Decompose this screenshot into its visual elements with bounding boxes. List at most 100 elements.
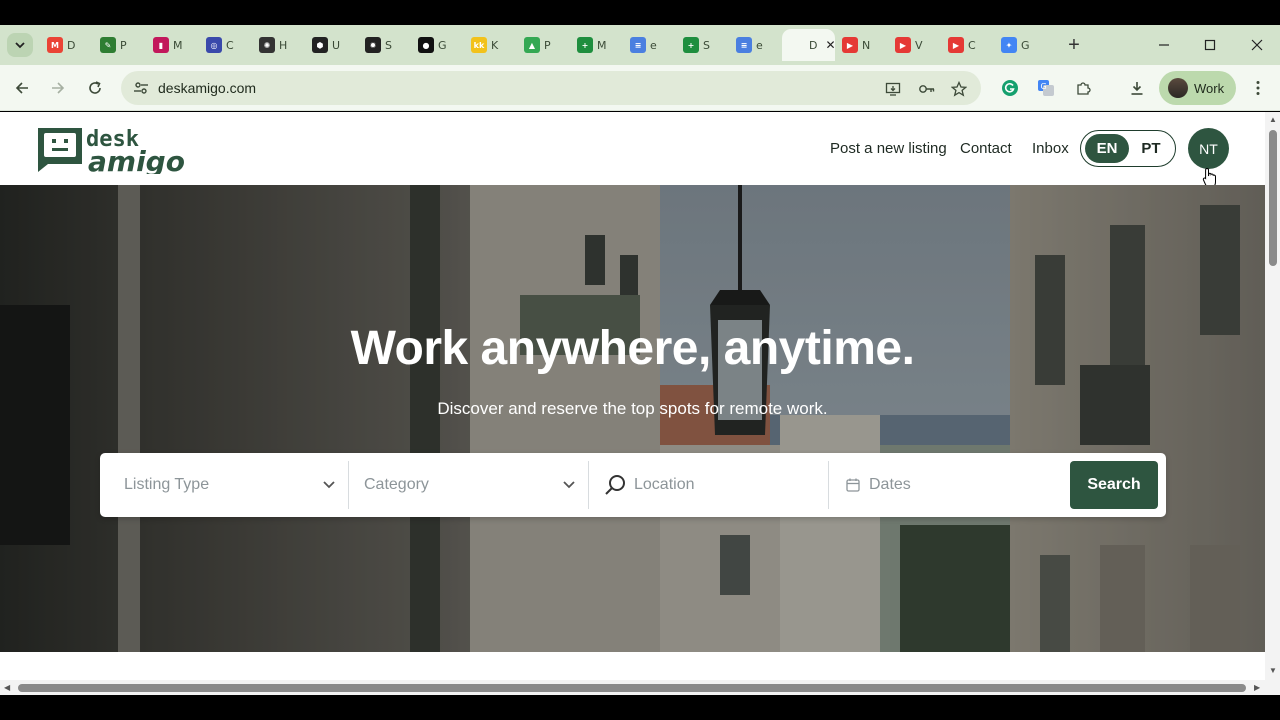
browser-tab[interactable]: ≡ e	[623, 29, 676, 61]
tab-list: M D ✎ P ▮ M ◎ C ✺ H ⬢ U ✹ S ● Gkk K ▲ P + M ≡ e + S ≡ e D ✕ ▶ N ▶ V ▶ C ✦ G	[40, 29, 1047, 61]
browser-tab[interactable]: ✦ G	[994, 29, 1047, 61]
lang-pt-button[interactable]: PT	[1132, 134, 1170, 163]
location-input[interactable]: Location	[604, 461, 824, 509]
deskamigo-logo[interactable]: desk amigo	[36, 124, 206, 178]
tab-title: D	[809, 38, 818, 52]
browser-tab[interactable]: kk K	[464, 29, 517, 61]
deskamigo-logo-icon: desk amigo	[38, 127, 185, 178]
gemini-icon: ✦	[1001, 37, 1017, 53]
user-avatar-button[interactable]: NT	[1188, 128, 1229, 169]
figma-like-icon: ▮	[153, 37, 169, 53]
category-select[interactable]: Category	[364, 461, 576, 509]
listing-type-select[interactable]: Listing Type	[124, 461, 336, 509]
browser-tab[interactable]: D ✕	[782, 29, 836, 61]
new-tab-button[interactable]: +	[1062, 33, 1086, 57]
profile-button[interactable]: Work	[1159, 71, 1236, 105]
browser-tab[interactable]: + S	[676, 29, 729, 61]
youtube-icon: ▶	[948, 37, 964, 53]
search-icon	[605, 475, 625, 495]
tools-icon: ✎	[100, 37, 116, 53]
password-key-icon[interactable]	[918, 80, 936, 98]
screen-bottom-bar	[0, 695, 1280, 720]
downloads-button[interactable]	[1125, 76, 1149, 100]
browser-tab[interactable]: ◎ C	[199, 29, 252, 61]
extensions-puzzle-icon[interactable]	[1071, 76, 1095, 100]
scroll-right-arrow-icon[interactable]: ▶	[1254, 683, 1260, 692]
openai-icon: ✺	[259, 37, 275, 53]
browser-tab[interactable]: ≡ e	[729, 29, 782, 61]
back-button[interactable]	[10, 76, 34, 100]
vertical-scroll-thumb[interactable]	[1269, 130, 1277, 266]
grammarly-extension-icon[interactable]	[998, 76, 1022, 100]
google-drive-icon: ▲	[524, 37, 540, 53]
scroll-left-arrow-icon[interactable]: ◀	[4, 683, 10, 692]
browser-tab[interactable]: ✺ H	[252, 29, 305, 61]
browser-tab[interactable]: ▶ V	[888, 29, 941, 61]
kebab-menu-icon	[1256, 81, 1260, 95]
browser-tab[interactable]: + M	[570, 29, 623, 61]
chevron-down-icon	[15, 42, 25, 49]
horizontal-scrollbar[interactable]: ◀ ▶	[0, 680, 1280, 695]
scroll-up-arrow-icon[interactable]: ▲	[1269, 115, 1277, 124]
browser-tab[interactable]: ▶ N	[835, 29, 888, 61]
dates-input[interactable]: Dates	[846, 461, 1056, 509]
tab-title: U	[332, 38, 341, 52]
tab-title: N	[862, 38, 871, 52]
profile-label: Work	[1194, 80, 1225, 96]
tab-title: G	[438, 38, 447, 52]
arrow-left-icon	[15, 82, 28, 94]
hexagon-icon: ⬢	[312, 37, 328, 53]
chevron-down-icon	[563, 481, 575, 489]
browser-menu-button[interactable]	[1246, 76, 1270, 100]
nav-contact[interactable]: Contact	[960, 140, 1012, 157]
hero-title: Work anywhere, anytime.	[350, 322, 915, 375]
search-button[interactable]: Search	[1070, 461, 1158, 509]
browser-tab[interactable]: ▮ M	[146, 29, 199, 61]
browser-tab[interactable]: ⬢ U	[305, 29, 358, 61]
browser-tab-strip: M D ✎ P ▮ M ◎ C ✺ H ⬢ U ✹ S ● Gkk K ▲ P + M ≡ e + S ≡ e D ✕ ▶ N ▶ V ▶ C ✦ G …	[0, 25, 1280, 65]
location-placeholder: Location	[634, 476, 695, 493]
browser-tab[interactable]: ● G	[411, 29, 464, 61]
browser-toolbar: deskamigo.com G Work	[0, 65, 1280, 111]
tab-search-button[interactable]	[7, 33, 33, 57]
lang-en-button[interactable]: EN	[1085, 134, 1129, 163]
tab-title: S	[385, 38, 392, 52]
scroll-down-arrow-icon[interactable]: ▼	[1269, 666, 1277, 675]
logo-text-amigo: amigo	[88, 145, 185, 174]
close-window-button[interactable]	[1245, 33, 1269, 57]
tab-title: D	[67, 38, 76, 52]
browser-tab[interactable]: ✹ S	[358, 29, 411, 61]
language-toggle: EN PT	[1080, 130, 1176, 167]
search-divider	[348, 461, 349, 509]
tab-title: S	[703, 38, 710, 52]
reload-button[interactable]	[83, 76, 107, 100]
tab-title: H	[279, 38, 288, 52]
hero-subtitle: Discover and reserve the top spots for r…	[437, 399, 828, 418]
install-app-icon[interactable]	[884, 80, 902, 98]
maximize-button[interactable]	[1198, 33, 1222, 57]
address-bar[interactable]: deskamigo.com	[121, 71, 981, 105]
browser-tab[interactable]: ✎ P	[93, 29, 146, 61]
gmail-icon: M	[47, 37, 63, 53]
tab-title: C	[226, 38, 234, 52]
forward-button[interactable]	[46, 76, 70, 100]
listing-type-placeholder: Listing Type	[124, 476, 210, 493]
tab-title: e	[650, 38, 657, 52]
arrow-right-icon	[52, 82, 65, 94]
youtube-icon: ▶	[895, 37, 911, 53]
url-text[interactable]: deskamigo.com	[158, 80, 256, 96]
translate-extension-icon[interactable]: G	[1034, 76, 1058, 100]
nav-inbox[interactable]: Inbox	[1032, 140, 1069, 157]
kk-icon: kk	[471, 37, 487, 53]
browser-tab[interactable]: MD	[40, 29, 93, 61]
browser-tab[interactable]: ▲ P	[517, 29, 570, 61]
horizontal-scroll-thumb[interactable]	[18, 684, 1246, 692]
browser-tab[interactable]: ▶ C	[941, 29, 994, 61]
bookmark-star-icon[interactable]	[950, 80, 968, 98]
vertical-scrollbar[interactable]: ▲ ▼	[1265, 112, 1280, 680]
nav-post-listing[interactable]: Post a new listing	[830, 140, 947, 157]
tab-title: M	[173, 38, 183, 52]
site-settings-icon[interactable]	[133, 80, 149, 96]
minimize-button[interactable]	[1152, 33, 1176, 57]
web-page: desk amigo Post a new listing Contact In…	[0, 112, 1265, 680]
